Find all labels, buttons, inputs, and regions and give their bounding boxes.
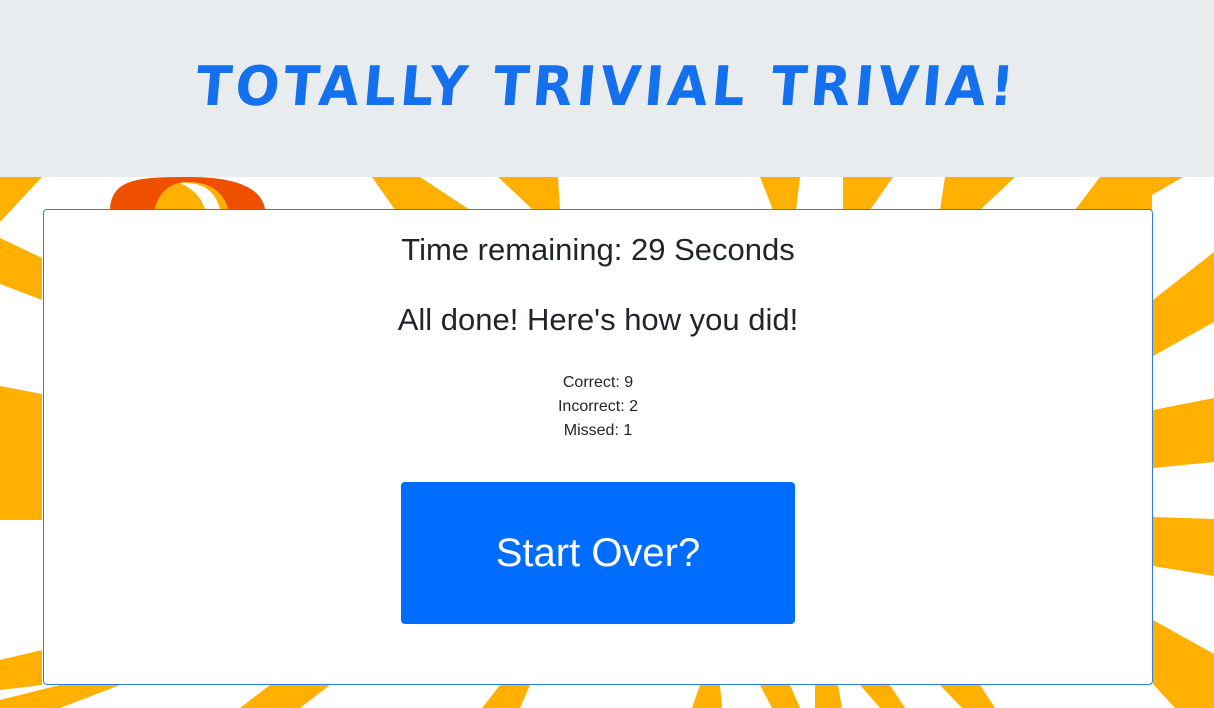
missed-count: Missed: 1 (563, 422, 633, 439)
results-card: Time remaining: 29 Seconds All done! Her… (43, 209, 1153, 685)
correct-count: Correct: 9 (562, 374, 634, 391)
site-header: Totally Trivial Trivia! (0, 0, 1214, 177)
time-remaining: Time remaining: 29 Seconds (401, 232, 795, 267)
site-title: Totally Trivial Trivia! (193, 55, 1021, 118)
start-over-button[interactable]: Start Over? (401, 482, 795, 624)
incorrect-count: Incorrect: 2 (557, 398, 639, 415)
score-summary: Correct: 9 Incorrect: 2 Missed: 1 (44, 371, 1152, 443)
page: Totally Trivial Trivia! (0, 0, 1214, 708)
sunburst-accent (110, 177, 265, 209)
results-heading: All done! Here's how you did! (397, 302, 799, 337)
